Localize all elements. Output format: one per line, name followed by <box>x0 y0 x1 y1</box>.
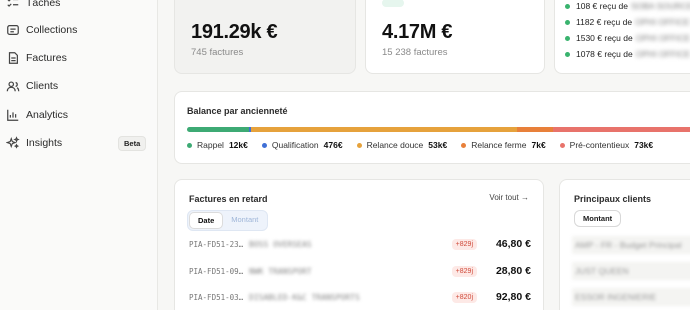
beta-badge: Beta <box>118 136 147 151</box>
payment-item[interactable]: 1078 € reçu deOPHI OFFICE SAS <box>565 49 690 59</box>
table-row[interactable]: PIA-FD51-09… NWK TRANSPORT +829j 28,80 € <box>189 261 531 281</box>
kpi-icon-badge <box>382 0 404 7</box>
status-dot <box>565 19 570 25</box>
users-icon <box>6 81 20 92</box>
aging-legend: Rappel 12k€ Qualification 476€ Relance dou… <box>187 140 667 150</box>
aging-stacked-bar <box>187 127 690 132</box>
aging-balance-card: Balance par ancienneté Rappel 12k€ Qualif… <box>174 91 690 164</box>
table-row[interactable]: PIA-FD51-23… BOSS OVERSEAS +829j 46,80 € <box>189 234 531 254</box>
sidebar-item-label: Analytics <box>26 109 69 121</box>
overdue-badge: +820j <box>451 291 477 303</box>
legend-dot <box>187 142 192 148</box>
client-name: NWK TRANSPORT <box>249 266 312 276</box>
sidebar-item-label: Insights <box>26 137 63 149</box>
invoice-ref: PIA-FD51-23… <box>189 239 244 249</box>
section-title: Balance par ancienneté <box>187 106 288 116</box>
overdue-badge: +829j <box>451 265 477 277</box>
legend-item: Relance ferme 7k€ <box>461 140 546 150</box>
invoice-amount: 28,80 € <box>495 265 531 277</box>
table-row[interactable]: PIA-FD51-03… DISABLED-K&C TRANSPORTS +82… <box>189 287 531 307</box>
legend-item: Rappel 12k€ <box>187 140 248 150</box>
see-all-link[interactable]: Voir tout → <box>489 193 529 202</box>
section-title: Principaux clients <box>574 194 652 204</box>
kpi-card-outstanding: 191.29k € 745 factures <box>174 0 356 74</box>
sidebar-item-analytics[interactable]: Analytics <box>0 104 158 126</box>
status-dot <box>565 51 570 57</box>
status-dot <box>565 3 570 9</box>
client-name: DISABLED-K&C TRANSPORTS <box>249 292 360 302</box>
legend-item: Qualification 476€ <box>261 140 343 150</box>
legend-dot <box>356 142 362 148</box>
recent-payments-card: 108 € reçu deSOBA SOURCE SAS 1182 € reçu… <box>554 0 690 74</box>
kpi-sub: 745 factures <box>191 47 244 58</box>
legend-dot <box>261 142 267 148</box>
kpi-value: 191.29k € <box>191 21 278 43</box>
sidebar-item-label: Tâches <box>26 0 61 9</box>
kpi-sub: 15 238 factures <box>382 47 448 58</box>
overdue-badge: +829j <box>451 238 477 250</box>
invoice-icon <box>8 52 18 64</box>
legend-item: Pré-contentieux 73k€ <box>559 140 653 150</box>
sidebar-item-collections[interactable]: Collections <box>0 19 158 41</box>
bar-segment-pre-contentieux[interactable] <box>553 127 690 132</box>
sidebar-item-factures[interactable]: Factures <box>0 47 158 69</box>
legend-dot <box>461 142 467 148</box>
collections-icon <box>7 25 19 35</box>
sidebar-item-label: Clients <box>26 80 59 92</box>
invoice-amount: 92,80 € <box>495 291 531 303</box>
task-list-icon <box>7 0 19 7</box>
invoice-ref: PIA-FD51-03… <box>189 292 244 302</box>
payment-item[interactable]: 1182 € reçu deOPHI OFFICE SAS <box>565 17 690 27</box>
main-content: 191.29k € 745 factures 4.17M € 15 238 fa… <box>158 0 690 310</box>
sidebar: Tâches Collections Factures Clients Anal… <box>0 0 158 310</box>
sidebar-item-label: Collections <box>26 24 78 36</box>
invoice-ref: PIA-FD51-09… <box>189 266 244 276</box>
kpi-card-total: 4.17M € 15 238 factures <box>365 0 545 74</box>
payment-item[interactable]: 1530 € reçu deOPHI OFFICE SAS <box>565 33 690 43</box>
status-dot <box>565 35 570 41</box>
sidebar-item-clients[interactable]: Clients <box>0 75 158 97</box>
invoice-amount: 46,80 € <box>495 238 531 250</box>
list-item[interactable]: ESSOR INGENIERIE <box>572 288 690 306</box>
sort-date-button[interactable]: Date <box>189 212 224 229</box>
top-clients-card: Principaux clients Montant AMP - FR - Bu… <box>559 179 690 310</box>
list-item[interactable]: JUST QUEEN <box>572 262 690 280</box>
bar-segment-relance-douce[interactable] <box>251 127 517 132</box>
sort-toggle: Date Montant <box>187 210 269 231</box>
sparkles-icon <box>6 136 20 149</box>
kpi-value: 4.17M € <box>382 21 453 43</box>
bar-segment-rappel[interactable] <box>187 127 249 132</box>
payment-item[interactable]: 108 € reçu deSOBA SOURCE SAS <box>565 1 690 11</box>
sort-amount-button[interactable]: Montant <box>223 212 266 229</box>
sidebar-item-insights[interactable]: Insights Beta <box>0 132 158 154</box>
client-name: BOSS OVERSEAS <box>249 239 312 249</box>
bar-chart-icon <box>7 109 19 121</box>
sort-amount-button[interactable]: Montant <box>574 210 622 227</box>
legend-dot <box>559 142 565 148</box>
legend-item: Relance douce 53k€ <box>356 140 447 150</box>
late-invoices-card: Factures en retard Voir tout → Date Mont… <box>174 179 544 310</box>
section-title: Factures en retard <box>189 194 268 204</box>
sidebar-item-label: Factures <box>26 52 67 64</box>
bar-segment-relance-ferme[interactable] <box>517 127 553 132</box>
list-item[interactable]: AMP - FR - Budget Principal <box>572 236 690 254</box>
sidebar-item-taches[interactable]: Tâches <box>0 0 158 14</box>
